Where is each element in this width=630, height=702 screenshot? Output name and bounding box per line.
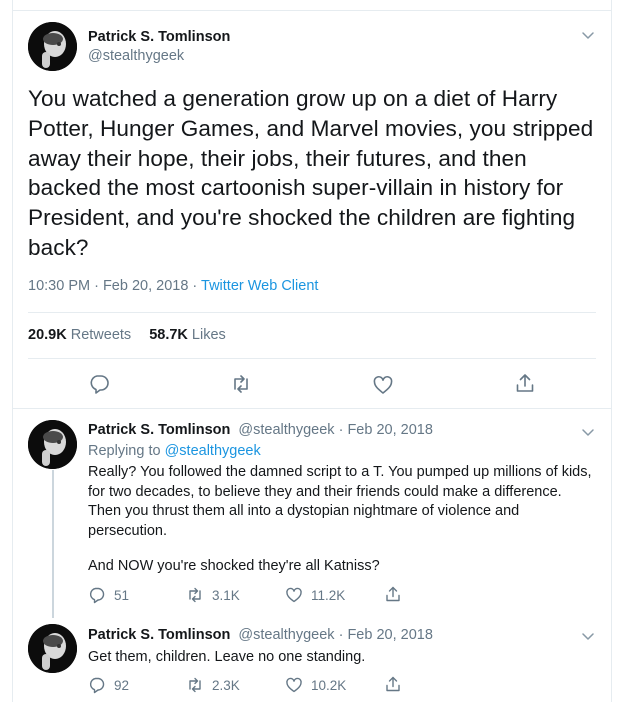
chevron-down-icon[interactable] (580, 424, 596, 440)
avatar[interactable] (28, 624, 77, 673)
reply-action[interactable]: 92 (88, 676, 129, 694)
share-icon (386, 586, 400, 602)
retweets-stat[interactable]: 20.9K Retweets (28, 327, 131, 343)
section-divider (12, 408, 612, 409)
author-name[interactable]: Patrick S. Tomlinson (88, 627, 230, 643)
tweet-timestamp[interactable]: 10:30 PM · Feb 20, 2018 · (28, 278, 201, 294)
author-name[interactable]: Patrick S. Tomlinson (88, 422, 230, 438)
divider (28, 312, 596, 313)
likes-stat[interactable]: 58.7K Likes (149, 327, 226, 343)
author-handle[interactable]: @stealthygeek (88, 48, 184, 64)
reply-header: Patrick S. Tomlinson @stealthygeek · Feb… (88, 627, 433, 643)
reply-icon (89, 677, 105, 694)
tweet-meta: 10:30 PM · Feb 20, 2018 · Twitter Web Cl… (28, 278, 318, 294)
reply-text: Really? You followed the damned script t… (88, 464, 592, 539)
heart-icon[interactable] (372, 374, 394, 396)
tweet-stats: 20.9K Retweets 58.7K Likes (28, 327, 226, 343)
avatar[interactable] (28, 420, 77, 469)
chevron-down-icon[interactable] (580, 27, 596, 43)
tweet-text: You watched a generation grow up on a di… (28, 86, 594, 260)
thread-connector (52, 470, 54, 618)
replying-to-link[interactable]: @stealthygeek (165, 443, 261, 459)
share-icon[interactable] (514, 372, 536, 394)
replying-to: Replying to @stealthygeek (88, 443, 261, 459)
share-icon (386, 676, 400, 692)
heart-icon (286, 677, 302, 693)
like-action[interactable]: 10.2K (285, 676, 346, 694)
retweet-icon (189, 587, 201, 603)
divider (28, 358, 596, 359)
top-divider (12, 10, 612, 11)
reply-action[interactable]: 51 (88, 586, 129, 604)
retweet-icon (189, 677, 201, 693)
reply-header: Patrick S. Tomlinson @stealthygeek · Feb… (88, 422, 433, 438)
heart-icon (286, 587, 302, 603)
reply-icon (89, 587, 105, 604)
share-action[interactable] (384, 585, 402, 603)
retweet-action[interactable]: 2.3K (186, 676, 240, 694)
share-action[interactable] (384, 675, 402, 693)
reply-meta[interactable]: @stealthygeek · Feb 20, 2018 (238, 627, 432, 643)
retweet-icon[interactable] (230, 373, 252, 395)
tweet-client-link[interactable]: Twitter Web Client (201, 278, 318, 294)
author-name[interactable]: Patrick S. Tomlinson (88, 29, 230, 45)
reply-meta[interactable]: @stealthygeek · Feb 20, 2018 (238, 422, 432, 438)
avatar[interactable] (28, 22, 77, 71)
chevron-down-icon[interactable] (580, 628, 596, 644)
reply-text: And NOW you're shocked they're all Katni… (88, 558, 380, 574)
reply-icon[interactable] (88, 373, 110, 395)
reply-text: Get them, children. Leave no one standin… (88, 649, 366, 665)
retweet-action[interactable]: 3.1K (186, 586, 240, 604)
like-action[interactable]: 11.2K (285, 586, 345, 604)
